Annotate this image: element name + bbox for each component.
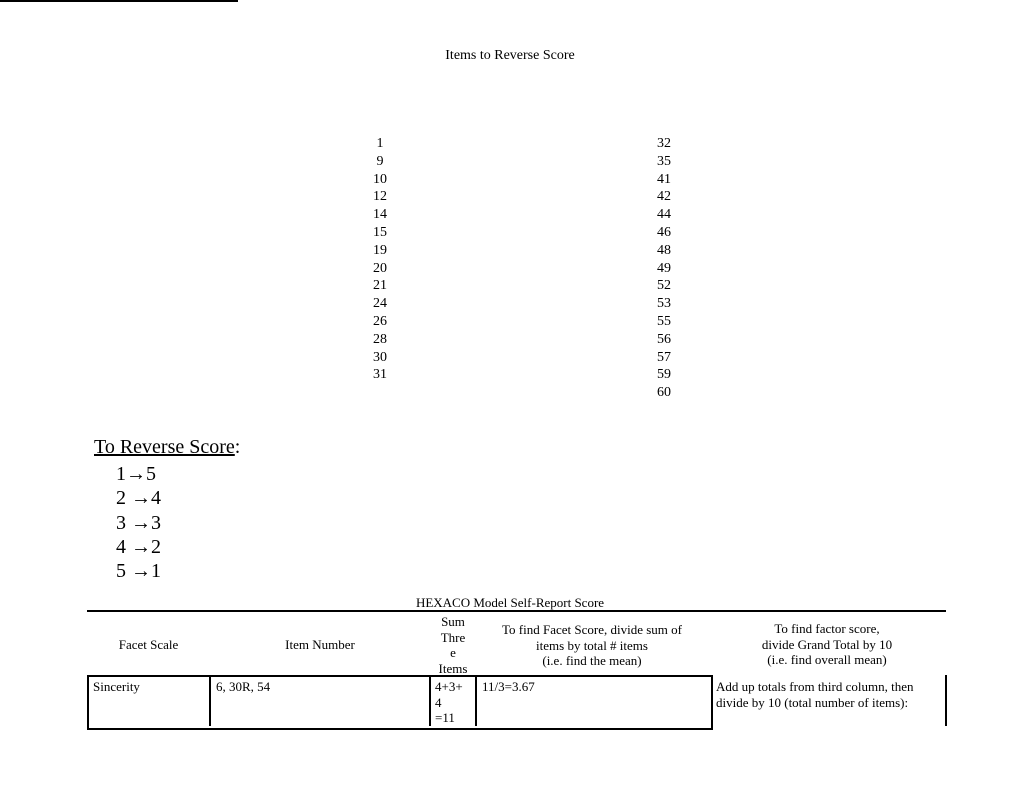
cell-sum: 4+3+ 4 =11	[435, 679, 463, 725]
reverse-item-number: 10	[373, 171, 387, 187]
reverse-item-number: 44	[657, 207, 671, 223]
reverse-item-number: 59	[657, 367, 671, 383]
reverse-score-heading: To Reverse Score:	[94, 436, 240, 459]
header-facet-scale: Facet Scale	[118, 637, 179, 652]
reverse-item-number: 49	[657, 260, 671, 276]
cell-facet: Sincerity	[93, 679, 140, 694]
page-title: Items to Reverse Score	[445, 48, 575, 63]
reverse-item-number: 55	[657, 313, 671, 329]
reverse-score-heading-colon: :	[234, 436, 241, 458]
reverse-item-number: 57	[657, 349, 671, 365]
header-facet-score: To find Facet Score, divide sum of items…	[502, 622, 682, 668]
score-table-title: HEXACO Model Self-Report Score	[415, 595, 605, 610]
mapping-item: 2 →4	[116, 487, 161, 510]
reverse-item-number: 53	[657, 296, 671, 312]
reverse-item-number: 48	[657, 242, 671, 258]
header-item-number: Item Number	[285, 637, 355, 652]
reverse-item-number: 14	[373, 207, 387, 223]
reverse-item-number: 26	[373, 313, 387, 329]
reverse-items-right-column: 32 35 41 42 44 46 48 49 52 53 55 56 57 59 60	[644, 135, 684, 402]
reverse-item-number: 42	[657, 189, 671, 205]
reverse-item-number: 60	[657, 385, 671, 401]
cell-facet-score: 11/3=3.67	[482, 679, 535, 694]
cell-item-numbers: 6, 30R, 54	[216, 679, 271, 694]
reverse-item-number: 1	[376, 136, 384, 151]
reverse-item-number: 30	[373, 349, 387, 365]
last-column-top-rule	[0, 0, 238, 2]
reverse-item-number: 46	[657, 224, 671, 240]
reverse-item-number: 19	[373, 242, 387, 258]
table-top-rule	[87, 610, 946, 612]
cell-factor-note: Add up totals from third column, then di…	[716, 679, 914, 710]
header-factor-score: To find factor score, divide Grand Total…	[761, 621, 893, 667]
reverse-item-number: 21	[373, 278, 387, 294]
reverse-items-left-column: 1 9 10 12 14 15 19 20 21 24 26 28 30 31	[360, 135, 400, 384]
reverse-item-number: 31	[373, 367, 387, 383]
reverse-item-number: 56	[657, 331, 671, 347]
mapping-item: 1→5	[116, 463, 156, 485]
reverse-item-number: 12	[373, 189, 387, 205]
reverse-item-number: 9	[376, 153, 384, 169]
header-sum-three-items: Sum Thre e Items	[438, 614, 468, 676]
reverse-score-heading-text: To Reverse Score	[94, 436, 235, 458]
reverse-item-number: 28	[373, 331, 387, 347]
reverse-item-number: 24	[373, 296, 387, 312]
reverse-score-mappings: 1→5 2 →4 3 →3 4 →2 5 →1	[116, 462, 161, 583]
reverse-item-number: 35	[657, 153, 671, 169]
mapping-item: 4 →2	[116, 535, 161, 558]
reverse-item-number: 32	[657, 136, 671, 151]
reverse-item-number: 41	[657, 171, 671, 187]
mapping-item: 3 →3	[116, 511, 161, 534]
reverse-item-number: 15	[373, 224, 387, 240]
reverse-item-number: 52	[657, 278, 671, 294]
reverse-item-number: 20	[373, 260, 387, 276]
mapping-item: 5 →1	[116, 560, 161, 583]
